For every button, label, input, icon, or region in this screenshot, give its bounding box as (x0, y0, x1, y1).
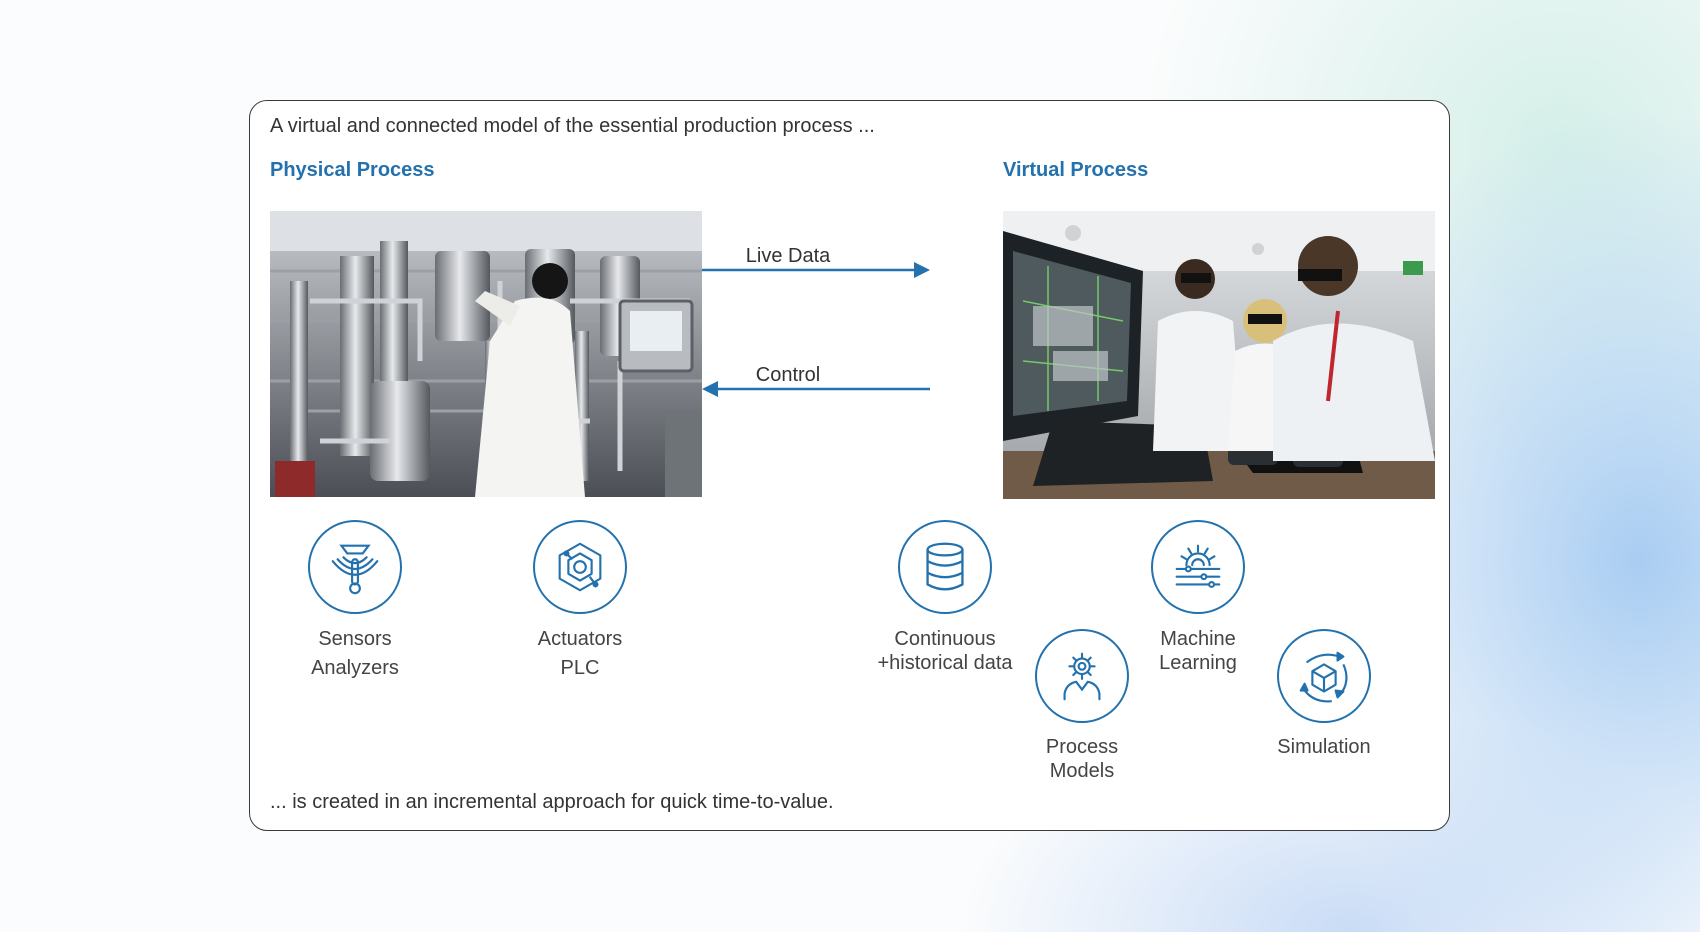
actuators-label: Actuators PLC (537, 628, 623, 679)
live-data-arrow (702, 262, 930, 278)
physical-process-photo (270, 211, 702, 497)
sensor-thermometer-icon (308, 520, 402, 614)
hexagon-circuit-icon (533, 520, 627, 614)
cube-orbit-icon (1277, 629, 1371, 723)
database-icon (898, 520, 992, 614)
physical-process-title: Physical Process (270, 159, 435, 181)
virtual-process-title: Virtual Process (1003, 159, 1149, 181)
sensors-label: Sensors Analyzers (311, 628, 399, 679)
outro-text: ... is created in an incremental approac… (270, 791, 834, 813)
data-label: Continuous +historical data (877, 628, 1013, 674)
gear-sliders-icon (1151, 520, 1245, 614)
ml-label: Machine Learning (1159, 628, 1237, 674)
intro-text: A virtual and connected model of the ess… (270, 115, 875, 137)
control-arrow (702, 381, 930, 397)
diagram-card: A virtual and connected model of the ess… (249, 100, 1450, 831)
virtual-process-photo (1003, 211, 1435, 499)
simulation-label: Simulation (1277, 736, 1371, 758)
models-label: Process Models (1045, 736, 1119, 782)
gear-person-icon (1035, 629, 1129, 723)
